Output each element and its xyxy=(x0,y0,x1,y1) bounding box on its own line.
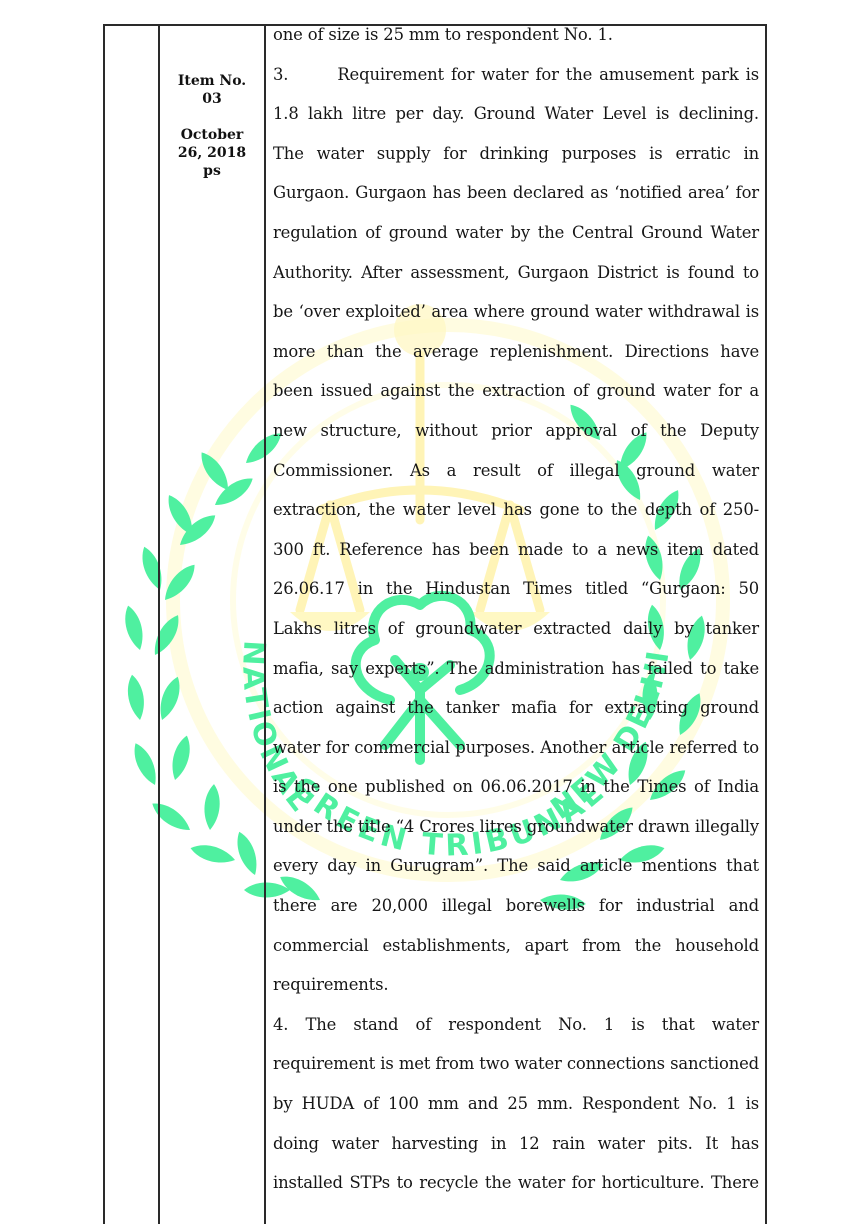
body-text-line: extraction, the water level has gone to … xyxy=(273,500,759,520)
body-text-line: commercial establishments, apart from th… xyxy=(273,935,759,955)
body-text-line: 3. Requirement for water for the amuseme… xyxy=(273,64,759,84)
body-text-line: new structure, without prior approval of… xyxy=(273,420,759,440)
body-text-line: installed STPs to recycle the water for … xyxy=(273,1173,759,1193)
body-text-line: doing water harvesting in 12 rain water … xyxy=(273,1133,759,1153)
column-divider-2 xyxy=(264,24,266,1224)
body-text-line: 300 ft. Reference has been made to a new… xyxy=(273,539,759,559)
body-text-line: by HUDA of 100 mm and 25 mm. Respondent … xyxy=(273,1094,759,1114)
body-text-line: more than the average replenishment. Dir… xyxy=(273,341,759,361)
body-text-line: mafia, say experts”. The administration … xyxy=(273,658,759,678)
body-text-line: there are 20,000 illegal borewells for i… xyxy=(273,896,759,916)
body-text-line: been issued against the extraction of gr… xyxy=(273,381,759,401)
body-text-line: Commissioner. As a result of illegal gro… xyxy=(273,460,759,480)
body-text-line: every day in Gurugram”. The said article… xyxy=(273,856,759,876)
order-body-text: one of size is 25 mm to respondent No. 1… xyxy=(273,22,759,1210)
body-text-line: requirement is met from two water connec… xyxy=(273,1054,759,1074)
item-number: 03 xyxy=(202,91,222,107)
body-text-line: water for commercial purposes. Another a… xyxy=(273,737,759,757)
body-text-line: under the title “4 Crores litres groundw… xyxy=(273,816,759,836)
body-text-line: Gurgaon. Gurgaon has been declared as ‘n… xyxy=(273,183,759,203)
column-divider-1 xyxy=(158,24,160,1224)
body-text-line: be ‘over exploited’ area where ground wa… xyxy=(273,302,759,322)
body-text-line: regulation of ground water by the Centra… xyxy=(273,222,759,242)
body-text-line: 4. The stand of respondent No. 1 is that… xyxy=(273,1014,759,1034)
body-text-line: Lakhs litres of groundwater extracted da… xyxy=(273,618,759,638)
body-text-line: 1.8 lakh litre per day. Ground Water Lev… xyxy=(273,104,759,124)
body-text-line: 26.06.17 in the Hindustan Times titled “… xyxy=(273,579,759,599)
body-text-line: one of size is 25 mm to respondent No. 1… xyxy=(273,25,613,44)
hearing-date-line1: October xyxy=(180,127,244,143)
body-text-line: The water supply for drinking purposes i… xyxy=(273,143,759,163)
initials: ps xyxy=(203,163,221,179)
hearing-date-line2: 26, 2018 xyxy=(177,145,247,161)
body-text-line: requirements. xyxy=(273,975,389,995)
body-text-line: is the one published on 06.06.2017 in th… xyxy=(273,777,759,797)
body-text-line: action against the tanker mafia for extr… xyxy=(273,698,759,718)
item-info-column: Item No. 03 October 26, 2018 ps xyxy=(160,72,264,180)
body-text-line: Authority. After assessment, Gurgaon Dis… xyxy=(273,262,759,282)
item-label: Item No. xyxy=(177,73,247,89)
